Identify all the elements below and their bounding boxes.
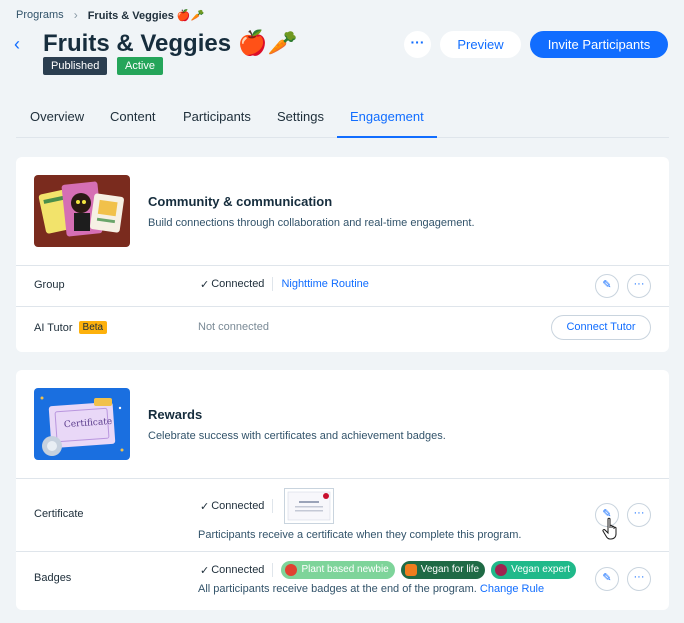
edit-group-button[interactable]: ✎ [595, 274, 619, 298]
certificate-more-button[interactable]: ··· [627, 503, 651, 527]
ai-tutor-row: AI Tutor Beta [34, 321, 108, 334]
status-badge-active: Active [117, 57, 163, 75]
divider [16, 478, 669, 479]
community-image [34, 175, 130, 247]
ai-tutor-status: Not connected [198, 321, 269, 333]
back-arrow-icon[interactable]: ‹ [14, 34, 20, 55]
checkmark-icon: ✓ [200, 564, 210, 577]
divider [16, 551, 669, 552]
badge-chip: Vegan expert [491, 561, 577, 579]
more-icon: ··· [633, 571, 645, 583]
ai-tutor-label: AI Tutor [34, 321, 73, 334]
separator [272, 563, 274, 577]
carrot-icon [404, 564, 417, 576]
breadcrumb-current: Fruits & Veggies 🍎🥕 [87, 9, 205, 22]
divider [16, 265, 669, 266]
invite-participants-button[interactable]: Invite Participants [530, 31, 668, 58]
separator [272, 277, 274, 291]
separator [272, 499, 274, 513]
group-connected-text: Connected [211, 278, 265, 290]
rewards-title: Rewards [148, 407, 203, 422]
rewards-description: Celebrate success with certificates and … [148, 430, 446, 442]
pencil-icon: ✎ [602, 279, 612, 291]
badge-chip-label: Vegan expert [511, 564, 571, 575]
certificate-note: Participants receive a certificate when … [198, 529, 522, 541]
connect-tutor-button[interactable]: Connect Tutor [551, 315, 651, 340]
hand-cursor-icon [602, 517, 620, 546]
tab-participants[interactable]: Participants [183, 109, 251, 124]
rewards-image: Certificate [34, 388, 130, 460]
status-badge-published: Published [43, 57, 108, 75]
pencil-icon: ✎ [602, 572, 612, 584]
group-status: ✓ Connected Nighttime Routine [200, 277, 369, 291]
chevron-right-icon: › [73, 8, 78, 22]
checkmark-icon: ✓ [200, 278, 210, 291]
tab-bar: Overview Content Participants Settings E… [16, 96, 669, 138]
badges-note-row: All participants receive badges at the e… [198, 583, 544, 595]
breadcrumb-programs[interactable]: Programs [16, 9, 64, 21]
change-rule-link[interactable]: Change Rule [480, 583, 544, 595]
group-more-button[interactable]: ··· [627, 274, 651, 298]
badge-chip-label: Vegan for life [420, 564, 480, 575]
more-icon: ··· [633, 278, 645, 290]
tomato-icon [285, 564, 298, 576]
badges-note: All participants receive badges at the e… [198, 583, 477, 595]
tab-content[interactable]: Content [110, 109, 156, 124]
tab-overview[interactable]: Overview [30, 109, 84, 124]
divider [16, 306, 669, 307]
badge-chip-label: Plant based newbie [301, 564, 389, 575]
certificate-thumbnail[interactable] [284, 488, 334, 524]
more-icon: ··· [633, 507, 645, 519]
badges-more-button[interactable]: ··· [627, 567, 651, 591]
community-card: Community & communication Build connecti… [16, 157, 669, 352]
beta-badge: Beta [78, 321, 108, 334]
rewards-card: Certificate Rewards Celebrate success wi… [16, 370, 669, 610]
badge-chip: Plant based newbie [281, 561, 395, 579]
group-label: Group [34, 279, 65, 291]
tab-settings[interactable]: Settings [277, 109, 324, 124]
edit-badges-button[interactable]: ✎ [595, 567, 619, 591]
badge-chip: Vegan for life [400, 561, 486, 579]
certificate-connected-text: Connected [211, 500, 265, 512]
checkmark-icon: ✓ [200, 500, 210, 513]
tab-engagement[interactable]: Engagement [350, 109, 424, 124]
certificate-label: Certificate [34, 508, 84, 520]
certificate-status: ✓ Connected [200, 499, 274, 513]
group-link[interactable]: Nighttime Routine [281, 278, 368, 290]
page-title: Fruits & Veggies 🍎🥕 [43, 30, 298, 57]
beet-icon [495, 564, 508, 576]
more-actions-button[interactable]: ··· [404, 31, 431, 58]
active-tab-indicator [337, 136, 437, 138]
community-title: Community & communication [148, 194, 333, 209]
preview-button[interactable]: Preview [440, 31, 521, 58]
breadcrumb: Programs › Fruits & Veggies 🍎🥕 [16, 8, 204, 22]
community-description: Build connections through collaboration … [148, 217, 475, 229]
badges-label: Badges [34, 572, 72, 584]
badges-connected-text: Connected [211, 564, 265, 576]
badges-status: ✓ Connected Plant based newbie Vegan for… [200, 561, 577, 579]
